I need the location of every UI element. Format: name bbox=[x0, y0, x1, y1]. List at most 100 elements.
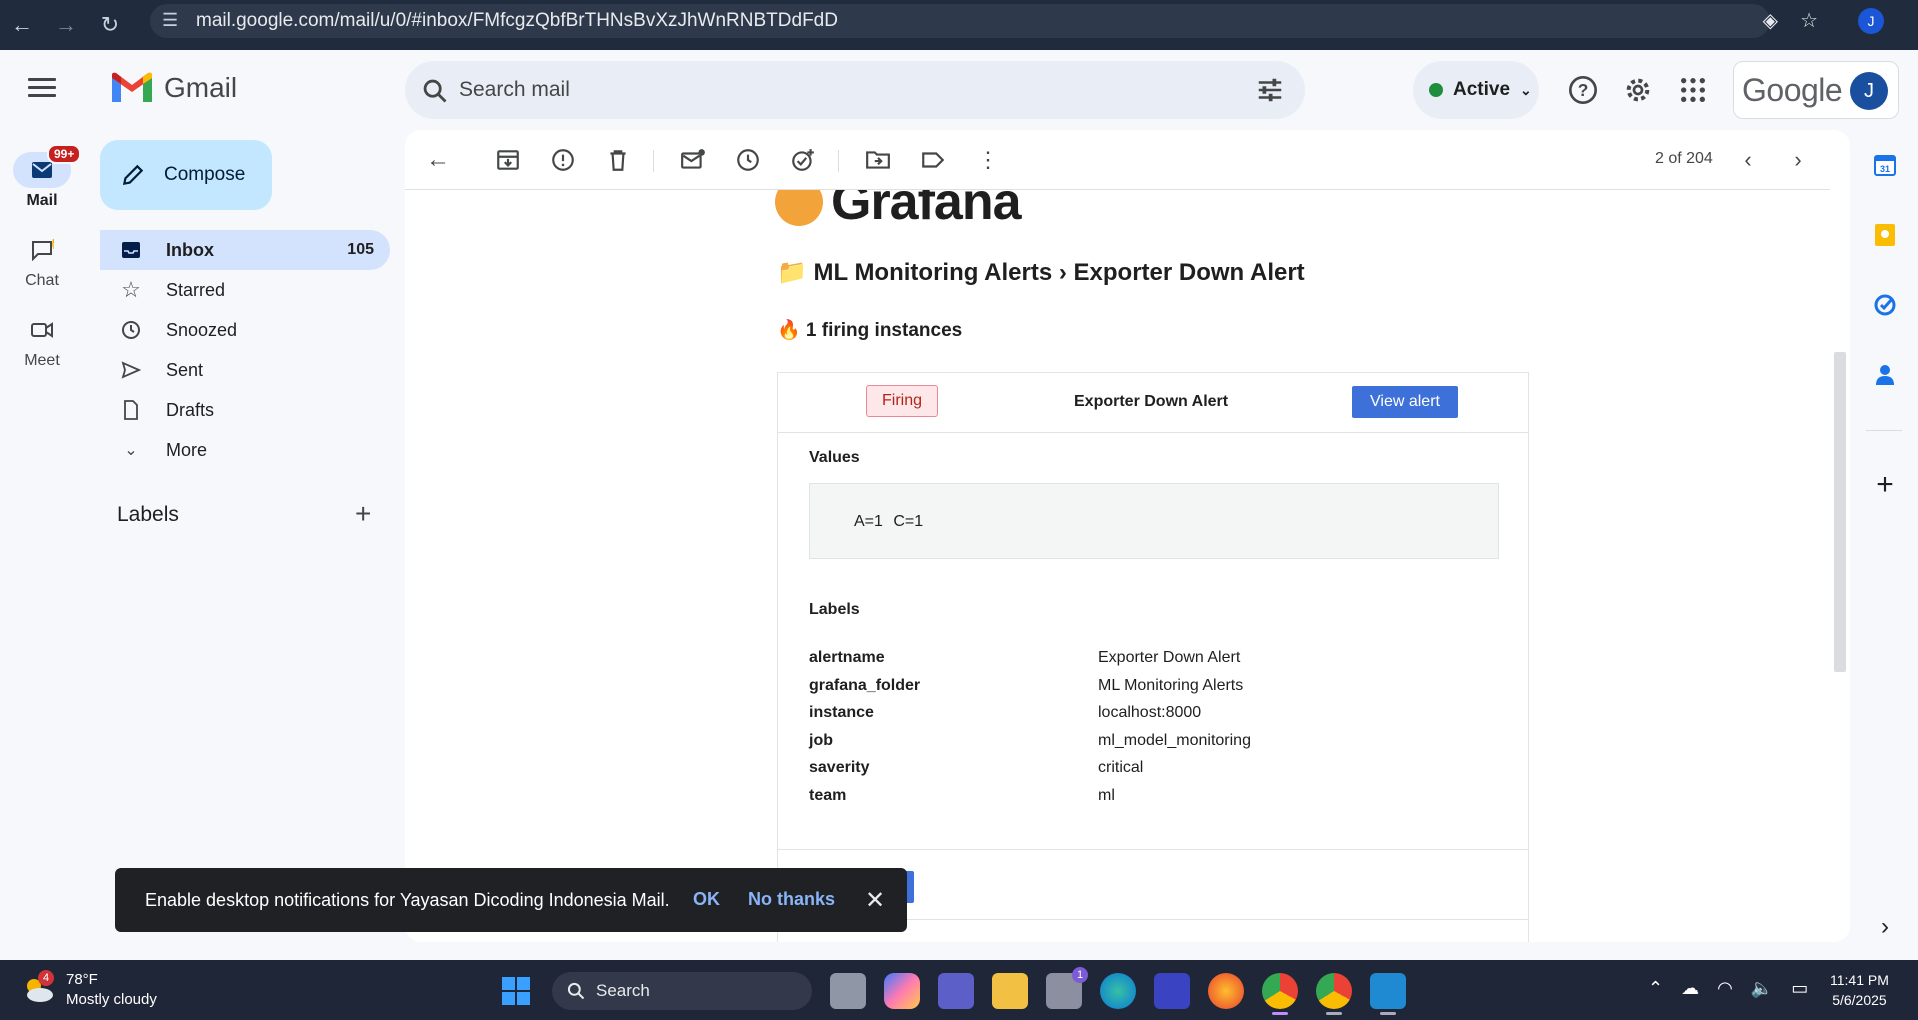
taskbar-search[interactable]: Search bbox=[552, 972, 812, 1010]
file-explorer-icon[interactable] bbox=[992, 973, 1028, 1009]
calendar-icon[interactable]: 31 bbox=[1870, 150, 1900, 180]
keep-notes-icon[interactable] bbox=[1870, 220, 1900, 250]
volume-icon[interactable]: 🔈 bbox=[1751, 978, 1773, 999]
rail-chat-label: Chat bbox=[25, 272, 59, 289]
address-bar[interactable]: mail.google.com/mail/u/0/#inbox/FMfcgzQb… bbox=[150, 4, 1770, 38]
message-toolbar: ← ⋮ 2 of 204 ‹ › bbox=[405, 130, 1830, 190]
nav-item-drafts[interactable]: Drafts bbox=[100, 390, 390, 430]
rail-mail[interactable]: 99+ Mail bbox=[0, 144, 84, 210]
nav-item-starred[interactable]: ☆ Starred bbox=[100, 270, 390, 310]
label-key: grafana_folder bbox=[809, 676, 921, 694]
clock-icon bbox=[120, 319, 142, 341]
nav-item-snoozed[interactable]: Snoozed bbox=[100, 310, 390, 350]
label-key: saverity bbox=[809, 759, 870, 777]
gmail-logo[interactable]: Gmail bbox=[112, 72, 237, 104]
show-side-panel-chevron-icon[interactable]: › bbox=[1870, 912, 1900, 942]
copilot-icon[interactable] bbox=[884, 973, 920, 1009]
microsoft-store-icon[interactable]: 1 bbox=[1046, 967, 1088, 1009]
battery-icon[interactable]: ▭ bbox=[1791, 978, 1808, 999]
delete-trash-icon[interactable] bbox=[605, 147, 631, 173]
forward-icon[interactable]: → bbox=[44, 5, 88, 45]
label-row: alertname Exporter Down Alert bbox=[809, 649, 1499, 677]
windows-start-icon[interactable] bbox=[498, 973, 534, 1009]
status-label: Active bbox=[1453, 79, 1511, 100]
apps-grid-icon[interactable] bbox=[1677, 74, 1709, 106]
archive-icon[interactable] bbox=[495, 147, 521, 173]
label-tag-icon[interactable] bbox=[920, 147, 946, 173]
older-chevron-right-icon[interactable]: › bbox=[1785, 147, 1811, 173]
scrollbar[interactable] bbox=[1830, 190, 1850, 942]
message-position: 2 of 204 bbox=[1655, 150, 1713, 167]
back-icon[interactable]: ← bbox=[0, 5, 44, 45]
weather-widget[interactable]: 4 78°F Mostly cloudy bbox=[20, 970, 157, 1010]
main-menu-icon[interactable] bbox=[28, 78, 56, 97]
chrome-icon[interactable] bbox=[1316, 973, 1352, 1015]
compose-button[interactable]: Compose bbox=[100, 140, 272, 210]
inbox-icon bbox=[120, 239, 142, 261]
get-addons-plus-icon[interactable]: + bbox=[1870, 468, 1900, 501]
label-row: grafana_folder ML Monitoring Alerts bbox=[809, 677, 1499, 705]
browser-profile-avatar[interactable]: J bbox=[1858, 8, 1884, 34]
label-row: job ml_model_monitoring bbox=[809, 732, 1499, 760]
toast-no-thanks-button[interactable]: No thanks bbox=[748, 889, 835, 910]
vscode-icon[interactable] bbox=[1370, 973, 1406, 1015]
site-settings-icon[interactable]: ☰ bbox=[162, 10, 178, 31]
values-heading: Values bbox=[809, 449, 860, 466]
rail-chat[interactable]: ✋ Chat bbox=[0, 232, 84, 290]
labels-table: alertname Exporter Down Alert grafana_fol… bbox=[809, 649, 1499, 815]
alert-card: Firing Exporter Down Alert View alert Va… bbox=[777, 372, 1529, 942]
mark-unread-icon[interactable] bbox=[680, 147, 706, 173]
view-alert-button[interactable]: View alert bbox=[1352, 386, 1458, 418]
draft-file-icon bbox=[120, 399, 142, 421]
edge-browser-icon[interactable] bbox=[1100, 973, 1136, 1009]
google-account-button[interactable]: Google J bbox=[1733, 61, 1899, 119]
gmail-m-icon bbox=[112, 72, 152, 102]
chrome-profile-icon[interactable] bbox=[1262, 973, 1298, 1015]
snooze-clock-icon[interactable] bbox=[735, 147, 761, 173]
newer-chevron-left-icon[interactable]: ‹ bbox=[1735, 147, 1761, 173]
task-view-icon[interactable] bbox=[830, 973, 866, 1009]
more-options-icon[interactable]: ⋮ bbox=[975, 147, 1001, 173]
nav-item-inbox[interactable]: Inbox 105 bbox=[100, 230, 390, 270]
nav-item-sent[interactable]: Sent bbox=[100, 350, 390, 390]
contacts-icon[interactable] bbox=[1870, 360, 1900, 390]
google-logo: Google bbox=[1742, 71, 1843, 108]
close-icon[interactable]: ✕ bbox=[865, 886, 885, 915]
tasks-icon[interactable] bbox=[1870, 290, 1900, 320]
search-input[interactable]: Search mail bbox=[459, 78, 570, 102]
vpn-app-icon[interactable] bbox=[1154, 973, 1190, 1009]
nav-item-more[interactable]: ⌄ More bbox=[100, 430, 390, 470]
add-label-icon[interactable]: + bbox=[355, 500, 371, 528]
help-icon[interactable]: ? bbox=[1567, 74, 1599, 106]
rail-meet[interactable]: Meet bbox=[0, 312, 84, 370]
add-to-tasks-icon[interactable] bbox=[790, 147, 816, 173]
chevron-up-icon[interactable]: ⌃ bbox=[1648, 978, 1663, 999]
scrollbar-thumb[interactable] bbox=[1834, 352, 1846, 672]
firefox-icon[interactable] bbox=[1208, 973, 1244, 1009]
clock[interactable]: 11:41 PM 5/6/2025 bbox=[1830, 970, 1889, 1010]
weather-alert-badge: 4 bbox=[38, 970, 54, 986]
bookmark-star-icon[interactable]: ☆ bbox=[1800, 8, 1818, 33]
back-to-inbox-icon[interactable]: ← bbox=[425, 146, 451, 173]
side-panel-divider bbox=[1866, 430, 1902, 431]
toast-message: Enable desktop notifications for Yayasan… bbox=[145, 889, 670, 910]
search-bar[interactable]: Search mail bbox=[405, 61, 1305, 119]
move-to-folder-icon[interactable] bbox=[865, 147, 891, 173]
cloudy-weather-icon: 4 bbox=[20, 970, 56, 1006]
report-spam-icon[interactable] bbox=[550, 147, 576, 173]
extension-icon[interactable]: ◈ bbox=[1763, 8, 1778, 33]
search-icon[interactable] bbox=[421, 77, 449, 105]
settings-gear-icon[interactable] bbox=[1622, 74, 1654, 106]
account-avatar[interactable]: J bbox=[1850, 72, 1888, 110]
toast-ok-button[interactable]: OK bbox=[693, 889, 720, 910]
status-selector[interactable]: Active ⌄ bbox=[1413, 61, 1539, 119]
label-row: saverity critical bbox=[809, 759, 1499, 787]
reload-icon[interactable]: ↻ bbox=[88, 5, 132, 45]
teams-icon[interactable] bbox=[938, 973, 974, 1009]
search-options-icon[interactable] bbox=[1255, 75, 1285, 105]
label-value: Exporter Down Alert bbox=[1098, 649, 1241, 666]
browser-toolbar: ← → ↻ mail.google.com/mail/u/0/#inbox/FM… bbox=[0, 0, 1918, 50]
onedrive-icon[interactable]: ☁ bbox=[1681, 978, 1699, 999]
wifi-icon[interactable]: ◠ bbox=[1717, 978, 1733, 999]
nav-label: Drafts bbox=[166, 399, 215, 420]
